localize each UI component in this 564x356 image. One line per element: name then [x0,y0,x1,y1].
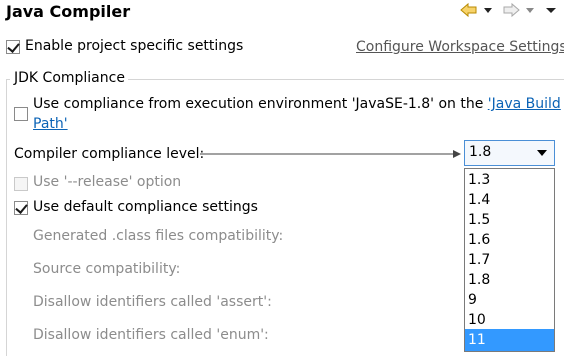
compliance-level-label: Compiler compliance level: [14,146,205,162]
option-1.6[interactable]: 1.6 [465,229,554,251]
use-env-compliance-text: Use compliance from execution environmen… [33,96,488,112]
source-compatibility-label: Source compatibility: [33,261,181,277]
enable-project-settings-label: Enable project specific settings [25,38,244,54]
back-arrow-icon [460,2,477,18]
forward-button[interactable] [502,1,520,19]
view-menu-button[interactable] [545,1,557,19]
option-9[interactable]: 9 [465,289,554,311]
release-option-label: Use '--release' option [33,174,182,190]
class-files-compatibility-label: Generated .class files compatibility: [33,228,284,244]
use-default-compliance-label: Use default compliance settings [33,199,258,215]
back-button[interactable] [460,1,478,19]
group-border-top-left [6,79,10,80]
compliance-level-value: 1.8 [469,144,492,160]
option-1.5[interactable]: 1.5 [465,209,554,231]
menu-icon [546,8,556,13]
enable-project-settings-checkbox[interactable] [6,40,20,54]
forward-arrow-icon [503,2,520,18]
forward-history-dropdown[interactable] [525,1,535,19]
disallow-enum-label: Disallow identifiers called 'enum': [33,327,269,343]
option-1.3[interactable]: 1.3 [465,169,554,191]
use-default-compliance-checkbox[interactable] [14,201,28,215]
option-11[interactable]: 11 [465,329,554,351]
java-build-path-link[interactable]: 'Java Build [488,96,561,112]
arrow-connector-icon [200,150,461,158]
compliance-level-options: 1.3 1.4 1.5 1.6 1.7 1.8 9 10 11 [464,168,555,352]
chevron-down-icon [537,150,547,156]
page-title: Java Compiler [6,2,131,21]
chevron-down-icon [526,8,534,13]
use-env-compliance-checkbox[interactable] [14,107,28,121]
java-build-path-link-cont[interactable]: Path' [33,116,68,132]
option-10[interactable]: 10 [465,309,554,331]
jdk-compliance-group-title: JDK Compliance [14,70,125,86]
compliance-level-dropdown[interactable]: 1.8 [464,140,555,166]
configure-workspace-link[interactable]: Configure Workspace Settings... [356,39,564,55]
back-history-dropdown[interactable] [483,1,493,19]
chevron-down-icon [484,8,492,13]
group-border-left [6,79,7,356]
release-option-checkbox[interactable] [14,177,28,191]
option-1.4[interactable]: 1.4 [465,189,554,211]
use-env-compliance-label: Use compliance from execution environmen… [33,96,561,112]
option-1.8[interactable]: 1.8 [465,269,554,291]
group-border-top-right [128,79,564,80]
option-1.7[interactable]: 1.7 [465,249,554,271]
disallow-assert-label: Disallow identifiers called 'assert': [33,294,272,310]
